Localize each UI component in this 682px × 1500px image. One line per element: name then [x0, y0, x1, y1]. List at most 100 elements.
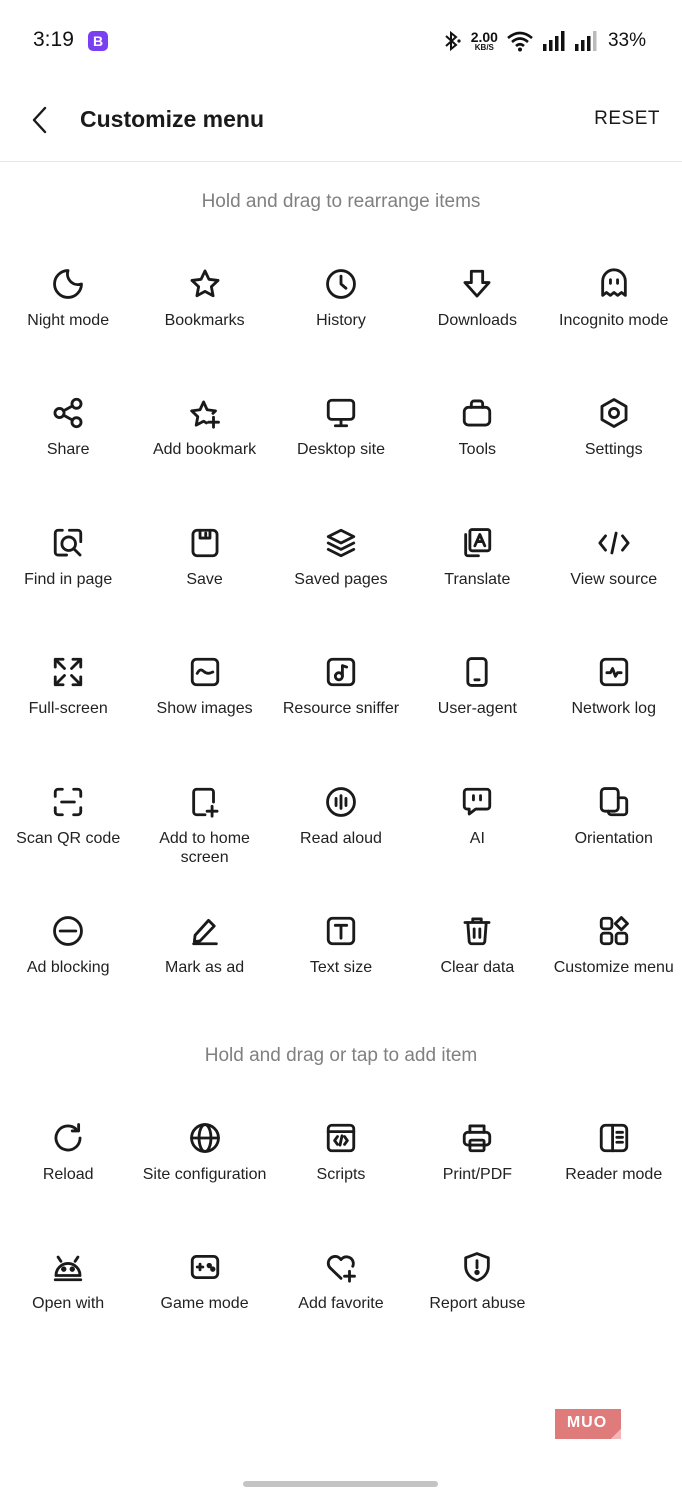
translate-icon	[459, 525, 495, 561]
menu-item-read-aloud[interactable]: Read aloud	[273, 764, 409, 893]
menu-item-resource-sniffer[interactable]: Resource sniffer	[273, 634, 409, 763]
menu-item-view-source[interactable]: View source	[546, 505, 682, 634]
menu-item-ai[interactable]: AI	[409, 764, 545, 893]
menu-item-add-bookmark[interactable]: Add bookmark	[136, 375, 272, 504]
block-icon	[50, 913, 86, 949]
menu-item-label: User-agent	[437, 700, 517, 718]
menu-item-bookmarks[interactable]: Bookmarks	[136, 246, 272, 375]
audio-bars-icon	[323, 784, 359, 820]
reset-button[interactable]: RESET	[594, 108, 660, 130]
menu-item-label: Night mode	[27, 312, 110, 329]
available-item-report-abuse[interactable]: Report abuse	[409, 1229, 545, 1358]
menu-item-mark-as-ad[interactable]: Mark as ad	[136, 893, 272, 1022]
available-item-label: Site configuration	[142, 1166, 267, 1183]
menu-item-clear-data[interactable]: Clear data	[409, 893, 545, 1022]
menu-item-customize-menu[interactable]: Customize menu	[546, 893, 682, 1022]
menu-item-ad-blocking[interactable]: Ad blocking	[0, 893, 136, 1022]
menu-item-find-in-page[interactable]: Find in page	[0, 505, 136, 634]
available-item-reader-mode[interactable]: Reader mode	[546, 1100, 682, 1229]
menu-item-user-agent[interactable]: User-agent	[409, 634, 545, 763]
menu-item-label: Settings	[584, 441, 643, 459]
menu-item-label: Mark as ad	[165, 958, 245, 976]
available-item-print-pdf[interactable]: Print/PDF	[409, 1100, 545, 1229]
share-icon	[50, 395, 86, 431]
menu-item-share[interactable]: Share	[0, 375, 136, 504]
menu-item-label: Share	[46, 441, 90, 459]
menu-item-label: Orientation	[574, 829, 653, 847]
available-item-add-favorite[interactable]: Add favorite	[273, 1229, 409, 1358]
network-speed-value: 2.00	[470, 29, 498, 45]
menu-item-add-to-home-screen[interactable]: Add to home screen	[136, 764, 272, 893]
status-time: 3:19	[33, 28, 74, 51]
menu-item-label: Bookmarks	[164, 312, 245, 329]
chat-bubble-icon	[459, 784, 495, 820]
menu-item-desktop-site[interactable]: Desktop site	[273, 375, 409, 504]
find-in-page-icon	[50, 525, 86, 561]
menu-item-history[interactable]: History	[273, 246, 409, 375]
menu-item-saved-pages[interactable]: Saved pages	[273, 505, 409, 634]
download-arrow-icon	[459, 266, 495, 302]
menu-item-label: View source	[570, 570, 658, 588]
star-icon	[187, 266, 223, 302]
menu-item-label: Scan QR code	[16, 829, 121, 847]
menu-item-label: Add bookmark	[152, 441, 257, 459]
menu-item-downloads[interactable]: Downloads	[409, 246, 545, 375]
hexagon-gear-icon	[596, 395, 632, 431]
menu-item-save[interactable]: Save	[136, 505, 272, 634]
menu-item-text-size[interactable]: Text size	[273, 893, 409, 1022]
image-icon	[187, 654, 223, 690]
menu-item-label: Save	[186, 570, 223, 588]
menu-item-settings[interactable]: Settings	[546, 375, 682, 504]
menu-item-label: Text size	[309, 958, 373, 976]
menu-item-network-log[interactable]: Network log	[546, 634, 682, 763]
available-item-site-configuration[interactable]: Site configuration	[136, 1100, 272, 1229]
available-item-open-with[interactable]: Open with	[0, 1229, 136, 1358]
phone-icon	[459, 654, 495, 690]
menu-item-scan-qr-code[interactable]: Scan QR code	[0, 764, 136, 893]
star-plus-icon	[187, 395, 223, 431]
available-items-grid: Reload Site configuration Scripts Print/…	[0, 1100, 682, 1359]
page-title: Customize menu	[80, 106, 265, 132]
menu-item-full-screen[interactable]: Full-screen	[0, 634, 136, 763]
menu-item-show-images[interactable]: Show images	[136, 634, 272, 763]
back-button[interactable]	[20, 100, 60, 140]
pencil-icon	[187, 913, 223, 949]
active-menu-grid: Night mode Bookmarks History Downloads I…	[0, 246, 682, 1022]
status-icons: 2.00 KB/S 33%	[441, 26, 646, 56]
grid-shapes-icon	[596, 913, 632, 949]
menu-item-tools[interactable]: Tools	[409, 375, 545, 504]
menu-item-label: Incognito mode	[559, 312, 669, 329]
available-item-game-mode[interactable]: Game mode	[136, 1229, 272, 1358]
available-item-label: Scripts	[316, 1166, 366, 1183]
menu-item-night-mode[interactable]: Night mode	[0, 246, 136, 375]
trash-icon	[459, 913, 495, 949]
menu-item-incognito-mode[interactable]: Incognito mode	[546, 246, 682, 375]
signal-icon-1	[542, 31, 565, 51]
globe-icon	[187, 1120, 223, 1156]
add-to-home-icon	[187, 784, 223, 820]
menu-item-label: Translate	[444, 570, 511, 588]
menu-item-translate[interactable]: Translate	[409, 505, 545, 634]
available-item-label: Add favorite	[298, 1295, 384, 1313]
bluetooth-icon	[445, 30, 461, 52]
menu-item-label: Show images	[156, 700, 253, 718]
reload-icon	[50, 1120, 86, 1156]
shield-alert-icon	[459, 1249, 495, 1285]
menu-item-orientation[interactable]: Orientation	[546, 764, 682, 893]
heart-plus-icon	[323, 1249, 359, 1285]
available-item-label: Report abuse	[429, 1295, 526, 1313]
available-item-reload[interactable]: Reload	[0, 1100, 136, 1229]
text-box-icon	[323, 913, 359, 949]
menu-item-label: Tools	[458, 441, 497, 459]
menu-item-label: Saved pages	[294, 570, 388, 588]
menu-item-label: Network log	[571, 700, 656, 718]
menu-item-label: History	[316, 312, 366, 329]
script-icon	[323, 1120, 359, 1156]
menu-item-label: Read aloud	[300, 829, 382, 847]
rotate-screen-icon	[596, 784, 632, 820]
gesture-home-indicator[interactable]	[243, 1481, 438, 1487]
menu-item-label: Customize menu	[553, 958, 674, 976]
network-speed: 2.00 KB/S	[471, 30, 498, 52]
available-item-scripts[interactable]: Scripts	[273, 1100, 409, 1229]
available-item-label: Print/PDF	[442, 1166, 513, 1183]
